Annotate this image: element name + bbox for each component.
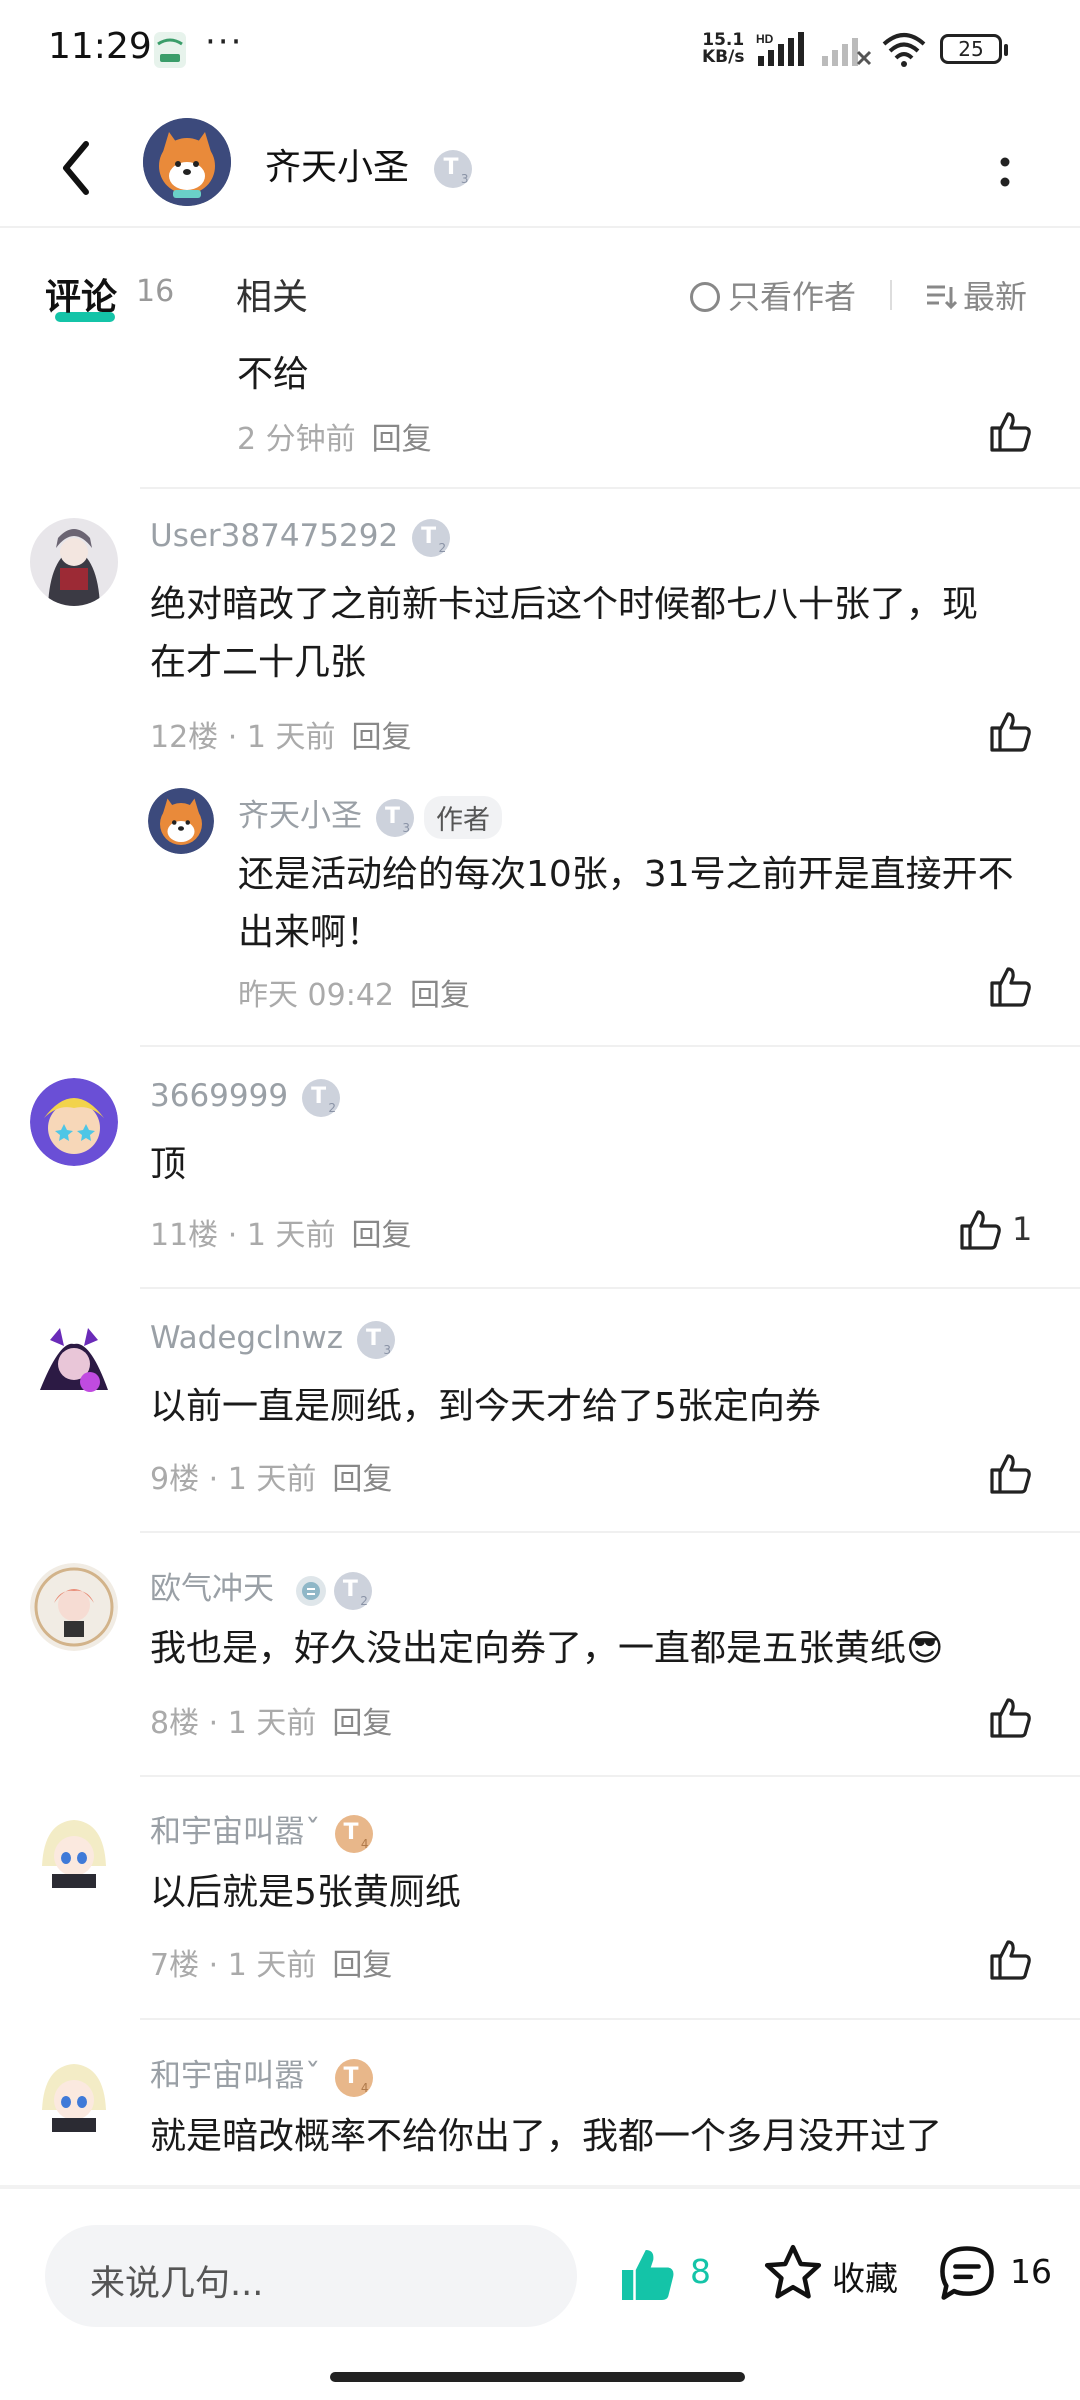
comment-text: 以前一直是厕纸，到今天才给了5张定向券 [150, 1386, 821, 1427]
like-icon[interactable] [986, 1450, 1034, 1498]
comment-author[interactable]: 3669999 T 2 [150, 1078, 341, 1117]
status-bar: 11:29 ··· 15.1 KB/s HD 25 [0, 0, 1080, 100]
level-badge: T2 [302, 1078, 341, 1117]
comments-count: 16 [136, 274, 175, 309]
comment-tabs: 评论 16 相关 只看作者 最新 [0, 250, 1080, 340]
reply-button[interactable]: 回复 [332, 1462, 392, 1497]
comment-divider [140, 2018, 1080, 2020]
level-badge: T3 [357, 1320, 396, 1359]
network-speed: 15.1 KB/s [702, 30, 745, 67]
bottom-action-bar: 来说几句... 8 收藏 16 [0, 2190, 1080, 2400]
like-icon[interactable] [986, 1694, 1034, 1742]
comment-count: 16 [1010, 2252, 1052, 2291]
comment-author[interactable]: 欧气冲天 T2 [150, 1563, 372, 1610]
status-time: 11:29 [48, 26, 152, 67]
more-options-icon[interactable] [990, 142, 1020, 202]
battery-indicator: 25 [940, 34, 1008, 64]
reply-button[interactable]: 回复 [351, 720, 411, 755]
level-badge: T2 [412, 518, 451, 557]
status-more-dots: ··· [205, 22, 244, 62]
comment-meta: 2 分钟前 回复 [237, 422, 432, 457]
tab-divider [890, 280, 892, 310]
medal-icon [295, 1575, 326, 1606]
sort-icon [927, 285, 958, 310]
reply-avatar[interactable] [148, 788, 214, 854]
comment-icon[interactable] [935, 2242, 999, 2304]
wifi-icon [882, 33, 926, 67]
author-name[interactable]: 齐天小圣 T3 [265, 138, 473, 190]
level-badge: T4 [334, 2058, 373, 2097]
reply-author[interactable]: 齐天小圣 T 3 作者 [238, 790, 502, 839]
user-avatar[interactable] [30, 1078, 118, 1166]
comment-meta: 8楼 · 1 天前 回复 [150, 1706, 393, 1741]
user-avatar[interactable] [30, 2050, 118, 2138]
like-count: 8 [690, 2252, 711, 2291]
comment-text: 就是暗改概率不给你出了，我都一个多月没开过了 [150, 2116, 943, 2157]
comment-meta: 9楼 · 1 天前 回复 [150, 1462, 393, 1497]
like-icon[interactable] [986, 708, 1034, 756]
home-indicator[interactable] [330, 2372, 745, 2382]
reply-meta: 昨天 09:42 回复 [238, 978, 470, 1013]
reply-button[interactable]: 回复 [332, 1948, 392, 1983]
like-icon[interactable] [956, 1206, 1004, 1254]
level-badge: T3 [376, 798, 414, 837]
reply-button[interactable]: 回复 [410, 978, 470, 1013]
comment-divider [140, 1287, 1080, 1289]
radio-icon [690, 282, 720, 312]
comment-text: 以后就是5张黄厕纸 [150, 1872, 461, 1913]
comment-author[interactable]: Wadegclnwz T 3 [150, 1320, 396, 1359]
like-icon[interactable] [986, 1936, 1034, 1984]
like-icon[interactable] [986, 408, 1034, 456]
signal-weak-icon [822, 38, 872, 66]
only-author-toggle[interactable]: 只看作者 [690, 272, 856, 318]
tab-related[interactable]: 相关 [236, 268, 308, 320]
comment-meta: 7楼 · 1 天前 回复 [150, 1948, 393, 1983]
comment-divider [140, 1045, 1080, 1047]
like-filled-icon[interactable] [615, 2245, 679, 2305]
like-count: 1 [1012, 1210, 1033, 1248]
author-tag: 作者 [424, 796, 502, 839]
reply-button[interactable]: 回复 [332, 1706, 392, 1741]
reply-text: 还是活动给的每次10张，31号之前开是直接开不出来啊！ [238, 854, 1014, 953]
comment-text: 我也是，好久没出定向券了，一直都是五张黄纸😎 [150, 1628, 944, 1669]
level-badge: T4 [334, 1814, 373, 1853]
like-icon[interactable] [986, 963, 1034, 1011]
user-avatar[interactable] [30, 1320, 118, 1408]
user-avatar[interactable] [30, 1563, 118, 1651]
comment-input[interactable]: 来说几句... [45, 2225, 577, 2327]
comment-text: 绝对暗改了之前新卡过后这个时候都七八十张了，现在才二十几张 [150, 584, 979, 683]
comment-author[interactable]: 和宇宙叫嚣ˇ T 4 [150, 1806, 373, 1853]
comment-text: 不给 [237, 354, 310, 395]
reply-button[interactable]: 回复 [372, 422, 432, 457]
post-header: 齐天小圣 T3 [0, 110, 1080, 228]
favorite-button[interactable]: 收藏 [832, 2252, 898, 2300]
comment-divider [140, 1775, 1080, 1777]
reply-button[interactable]: 回复 [351, 1218, 411, 1253]
back-icon[interactable] [48, 130, 108, 206]
app-notification-icon [154, 32, 186, 68]
user-avatar[interactable] [30, 518, 118, 606]
level-badge: T2 [333, 1571, 372, 1610]
tab-comments[interactable]: 评论 [45, 268, 117, 320]
comment-meta: 12楼 · 1 天前 回复 [150, 720, 412, 755]
svg-text:HD: HD [756, 32, 774, 46]
comment-text: 顶 [150, 1144, 187, 1185]
comment-author[interactable]: 和宇宙叫嚣ˇ T 4 [150, 2050, 373, 2097]
comment-divider [140, 1531, 1080, 1533]
sort-latest-button[interactable]: 最新 [925, 272, 1027, 318]
comment-author[interactable]: User387475292 T 2 [150, 518, 451, 557]
comment-divider [140, 487, 1080, 489]
user-avatar[interactable] [30, 1806, 118, 1894]
signal-hd-icon: HD [756, 32, 804, 66]
author-avatar[interactable] [143, 118, 231, 206]
bottom-shadow [0, 2185, 1080, 2189]
level-badge: T3 [434, 150, 473, 188]
comment-meta: 11楼 · 1 天前 回复 [150, 1218, 412, 1253]
star-icon[interactable] [762, 2242, 824, 2304]
